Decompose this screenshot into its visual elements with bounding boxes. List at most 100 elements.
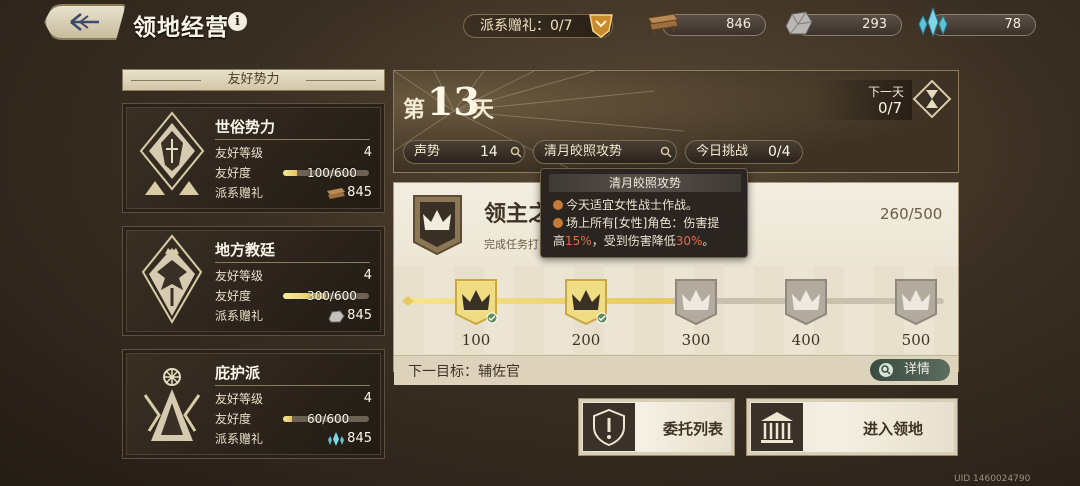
details-button[interactable]: 详情 xyxy=(870,359,950,381)
tooltip-title: 清月皎照攻势 xyxy=(549,174,741,192)
wood-plank-icon xyxy=(327,188,345,199)
faction-gift-value: 845 xyxy=(347,185,372,200)
enter-territory-label: 进入领地 xyxy=(863,420,924,438)
milestone-progress-fill xyxy=(404,298,674,304)
faction-level-value: 4 xyxy=(363,145,372,160)
daily-challenge-value: 0/4 xyxy=(768,144,791,160)
faction-gift-value: 845 xyxy=(347,308,372,323)
blue-crystal-icon xyxy=(918,6,948,38)
faction-gift-label: 派系赠礼 xyxy=(215,186,264,200)
local-church-emblem-icon xyxy=(141,234,203,324)
lord-crown-badge-icon xyxy=(413,195,462,256)
milestone-value: 100 xyxy=(461,331,491,349)
faction-favor-label: 友好度 xyxy=(215,166,252,180)
day-suffix: 天 xyxy=(472,97,495,123)
faction-favor-value: 100/600 xyxy=(307,166,357,180)
milestone-badge[interactable] xyxy=(454,278,498,326)
wood-plank-icon xyxy=(647,13,679,37)
crown-icon xyxy=(895,279,937,326)
user-id: UID 1460024790 xyxy=(954,474,1031,484)
crown-icon xyxy=(785,279,827,326)
faction-favor-row: 友好度 60/600 xyxy=(215,410,372,428)
daily-challenge-pill: 今日挑战 0/4 xyxy=(685,140,803,164)
tooltip-damage-up: 15% xyxy=(565,234,592,248)
prestige-value: 14 xyxy=(480,144,498,160)
enter-icon-box xyxy=(751,403,803,451)
tooltip-damage-down: 30% xyxy=(675,234,703,248)
faction-favor-value: 300/600 xyxy=(307,289,357,303)
faction-card-local-church[interactable]: 地方教廷 友好等级 4 友好度 300/600 派系赠礼 845 xyxy=(122,226,385,336)
faction-favor-label: 友好度 xyxy=(215,412,252,426)
enter-territory-button[interactable]: 进入领地 xyxy=(746,398,958,456)
faction-card-protector[interactable]: 庇护派 友好等级 4 友好度 60/600 派系赠礼 845 xyxy=(122,349,385,459)
faction-level-row: 友好等级 4 xyxy=(215,267,372,285)
search-icon[interactable] xyxy=(510,146,522,158)
search-icon xyxy=(879,363,893,377)
faction-level-label: 友好等级 xyxy=(215,269,264,283)
faction-card-secular[interactable]: 世俗势力 友好等级 4 友好度 100/600 派系赠礼 845 xyxy=(122,103,385,213)
back-arrow-icon xyxy=(70,13,99,31)
event-pill[interactable]: 清月皎照攻势 xyxy=(533,140,677,164)
commission-list-button[interactable]: 委托列表 xyxy=(578,398,735,456)
faction-favor-value: 60/600 xyxy=(307,412,350,426)
crown-icon xyxy=(565,279,608,326)
track-start-cap xyxy=(402,296,414,306)
faction-favor-label: 友好度 xyxy=(215,289,252,303)
milestone-value: 200 xyxy=(571,331,601,349)
milestone-badge[interactable] xyxy=(564,278,608,326)
tooltip-line-3-e: 。 xyxy=(702,234,715,248)
faction-gift-row: 派系赠礼 845 xyxy=(215,184,372,202)
lord-subtitle: 完成任务打 xyxy=(484,238,539,251)
milestone-badge[interactable] xyxy=(784,278,828,326)
milestone-value: 300 xyxy=(681,331,711,349)
faction-name: 庇护派 xyxy=(215,364,261,382)
bullet-icon xyxy=(553,200,563,210)
crown-icon xyxy=(455,279,498,326)
details-label: 详情 xyxy=(904,362,931,377)
commission-list-label: 委托列表 xyxy=(663,420,724,438)
tooltip-line-1: 今天适宜女性战士作战。 xyxy=(553,196,698,213)
tooltip-line-2: 场上所有[女性]角色：伤害提 xyxy=(553,214,719,231)
day-prefix: 第 xyxy=(403,97,426,123)
next-day-value: 0/7 xyxy=(878,99,903,117)
stone-ore-icon xyxy=(785,11,813,35)
tooltip-line-2-text: 场上所有[女性]角色：伤害提 xyxy=(566,216,720,230)
faction-level-row: 友好等级 4 xyxy=(215,390,372,408)
milestone-value: 500 xyxy=(901,331,931,349)
milestone-badge[interactable] xyxy=(674,278,718,326)
milestone-badge[interactable] xyxy=(894,278,938,326)
back-button[interactable] xyxy=(44,4,126,40)
faction-level-label: 友好等级 xyxy=(215,146,264,160)
blue-crystal-icon xyxy=(328,432,344,446)
next-target-label: 下一目标：辅佐官 xyxy=(408,364,520,380)
friendly-factions-header: 友好势力 xyxy=(122,69,385,91)
gift-badge-icon[interactable] xyxy=(587,11,615,39)
event-tooltip: 清月皎照攻势 今天适宜女性战士作战。 场上所有[女性]角色：伤害提 高15%，受… xyxy=(540,168,748,258)
faction-name: 世俗势力 xyxy=(215,118,276,136)
faction-level-label: 友好等级 xyxy=(215,392,264,406)
next-day-label: 下一天 xyxy=(868,85,905,99)
crown-icon xyxy=(675,279,717,326)
milestone-value: 400 xyxy=(791,331,821,349)
bullet-icon xyxy=(553,218,563,228)
commission-icon-box xyxy=(583,403,635,451)
tooltip-line-3-a: 高 xyxy=(553,234,566,248)
tooltip-line-1-text: 今天适宜女性战士作战。 xyxy=(566,198,699,212)
faction-level-value: 4 xyxy=(363,391,372,406)
event-label: 清月皎照攻势 xyxy=(544,144,623,159)
faction-favor-row: 友好度 300/600 xyxy=(215,287,372,305)
prestige-pill: 声势 14 xyxy=(403,140,525,164)
search-icon[interactable] xyxy=(660,146,672,158)
faction-gift-value: 845 xyxy=(347,431,372,446)
prestige-label: 声势 xyxy=(414,144,441,159)
faction-gift-row: 派系赠礼 845 xyxy=(215,307,372,325)
info-icon[interactable]: i xyxy=(228,12,247,31)
faction-gift-label: 派系赠礼 xyxy=(215,432,264,446)
shield-exclamation-icon xyxy=(593,408,625,447)
faction-level-row: 友好等级 4 xyxy=(215,144,372,162)
secular-faction-emblem-icon xyxy=(139,111,205,195)
temple-icon xyxy=(761,412,793,443)
tooltip-line-3: 高15%，受到伤害降低30%。 xyxy=(553,232,714,249)
hourglass-button-icon[interactable] xyxy=(912,79,952,119)
faction-gift-label: 派系赠礼 xyxy=(215,309,264,323)
